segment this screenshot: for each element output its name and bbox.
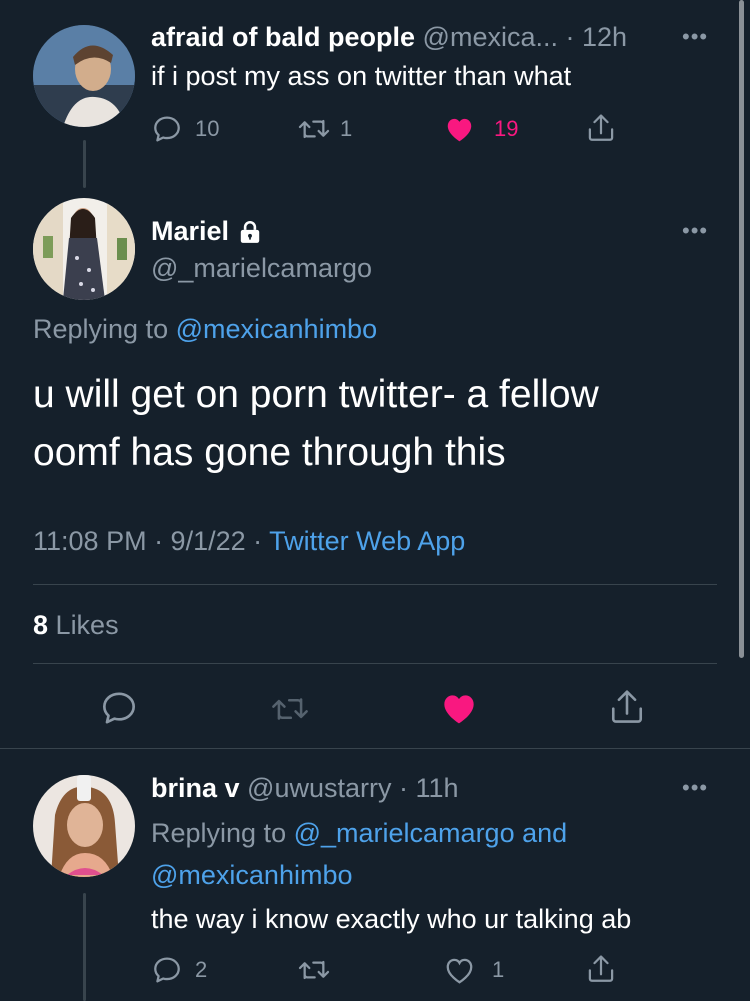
avatar-image bbox=[33, 25, 135, 127]
heart-icon bbox=[444, 695, 474, 724]
like-button[interactable]: 19 bbox=[443, 113, 518, 145]
replying-to-link[interactable]: @_marielcamargo bbox=[294, 818, 515, 848]
like-count: 1 bbox=[492, 957, 505, 982]
lock-icon bbox=[240, 220, 260, 243]
share-button[interactable] bbox=[607, 686, 647, 728]
reply-count: 2 bbox=[195, 957, 208, 982]
thread-connector-line bbox=[83, 893, 86, 1001]
reply-button[interactable]: 2 bbox=[151, 954, 207, 986]
replying-to-link[interactable]: @mexicanhimbo bbox=[151, 860, 353, 890]
retweet-icon bbox=[272, 698, 308, 720]
scrollbar[interactable] bbox=[739, 0, 744, 658]
likes-summary[interactable]: 8 Likes bbox=[33, 610, 119, 641]
avatar-image bbox=[33, 775, 135, 877]
heart-icon bbox=[447, 118, 472, 142]
divider bbox=[33, 584, 717, 585]
share-icon bbox=[588, 114, 614, 141]
tweet-text-line: u will get on porn twitter- a fellow bbox=[33, 373, 599, 416]
likes-count: 8 bbox=[33, 610, 49, 640]
tweet-text: the way i know exactly who ur talking ab bbox=[151, 904, 632, 934]
more-icon[interactable]: ••• bbox=[682, 777, 708, 799]
replying-to-and: and bbox=[522, 818, 568, 848]
retweet-button[interactable] bbox=[268, 690, 312, 728]
like-button[interactable]: 1 bbox=[443, 954, 504, 986]
avatar-afraid-of-bald-people[interactable] bbox=[33, 25, 135, 127]
replying-to-link[interactable]: @mexicanhimbo bbox=[176, 314, 378, 344]
author-handle[interactable]: @uwustarry bbox=[247, 773, 391, 803]
tweet-meta: 11:08 PM · 9/1/22 · Twitter Web App bbox=[33, 526, 465, 557]
reply-count: 10 bbox=[195, 116, 220, 141]
avatar-brina-v[interactable] bbox=[33, 775, 135, 877]
replying-to-line: Replying to @mexicanhimbo bbox=[33, 314, 377, 345]
replying-to-label: Replying to bbox=[151, 818, 287, 848]
like-button[interactable] bbox=[439, 688, 479, 728]
divider bbox=[33, 663, 717, 664]
main-tweet-text: u will get on porn twitter- a fellow oom… bbox=[33, 366, 599, 482]
author-name[interactable]: Mariel bbox=[151, 216, 229, 247]
avatar-mariel[interactable] bbox=[33, 198, 135, 300]
author-handle[interactable]: @mexica... bbox=[423, 22, 558, 52]
heart-icon bbox=[446, 958, 473, 984]
section-divider bbox=[0, 748, 750, 749]
tweet-text: if i post my ass on twitter than what bbox=[151, 61, 572, 91]
tweet-time[interactable]: · 11h bbox=[399, 773, 459, 803]
thread-connector-line bbox=[83, 140, 86, 188]
retweet-icon bbox=[298, 119, 330, 139]
share-button[interactable] bbox=[585, 111, 617, 145]
author-name[interactable]: brina v bbox=[151, 773, 240, 803]
share-button[interactable] bbox=[585, 952, 617, 986]
retweet-button[interactable] bbox=[296, 954, 332, 986]
tweet-thread-page: afraid of bald people @mexica... · 12h •… bbox=[0, 0, 750, 1001]
replying-to-label: Replying to bbox=[33, 314, 169, 344]
more-icon[interactable]: ••• bbox=[682, 220, 708, 242]
tweet-source[interactable]: Twitter Web App bbox=[269, 526, 465, 556]
reply-button[interactable] bbox=[99, 688, 139, 728]
main-tweet-header: Mariel bbox=[151, 216, 263, 247]
author-name[interactable]: afraid of bald people bbox=[151, 22, 415, 52]
retweet-icon bbox=[298, 960, 330, 980]
reply-icon bbox=[154, 116, 180, 142]
reply-button[interactable]: 10 bbox=[151, 113, 219, 145]
like-count: 19 bbox=[494, 116, 519, 141]
retweet-button[interactable]: 1 bbox=[296, 113, 352, 145]
reply-icon bbox=[103, 692, 136, 724]
tweet-timestamp[interactable]: 11:08 PM · 9/1/22 · bbox=[33, 526, 262, 556]
author-handle[interactable]: @_marielcamargo bbox=[151, 253, 372, 284]
likes-label: Likes bbox=[55, 610, 119, 640]
avatar-image bbox=[33, 198, 135, 300]
tweet3-header: brina v @uwustarry · 11h bbox=[151, 773, 459, 804]
share-icon bbox=[588, 955, 614, 982]
replying-to-line: Replying to @_marielcamargo and @mexican… bbox=[151, 812, 711, 896]
tweet1-header: afraid of bald people @mexica... · 12h bbox=[151, 22, 627, 53]
retweet-count: 1 bbox=[340, 116, 353, 141]
tweet-text-line: oomf has gone through this bbox=[33, 431, 506, 474]
more-icon[interactable]: ••• bbox=[682, 26, 708, 48]
tweet-time[interactable]: · 12h bbox=[566, 22, 628, 52]
share-icon bbox=[611, 690, 643, 723]
reply-icon bbox=[154, 957, 180, 983]
